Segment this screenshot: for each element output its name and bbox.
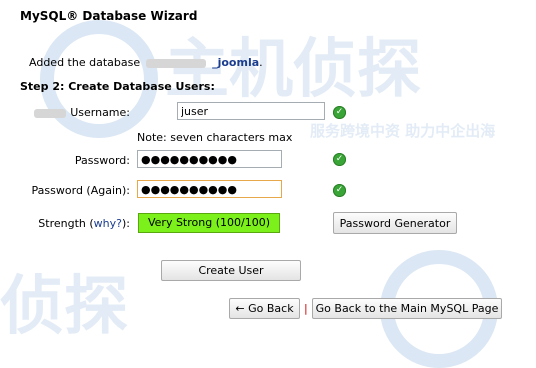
nav-separator: |: [304, 302, 308, 315]
strength-why-link[interactable]: why?: [94, 217, 122, 230]
status-added-prefix: Added the database: [29, 56, 141, 69]
status-added-end: .: [259, 56, 263, 69]
step-title: Step 2: Create Database Users:: [20, 80, 215, 93]
strength-label-text: Strength (: [38, 217, 94, 230]
check-icon: ✓: [333, 153, 346, 166]
main-mysql-page-button[interactable]: Go Back to the Main MySQL Page: [312, 298, 502, 319]
strength-meter: Very Strong (100/100): [138, 213, 280, 233]
check-icon: ✓: [333, 184, 346, 197]
go-back-button[interactable]: ← Go Back: [229, 298, 300, 319]
strength-label-end: ):: [122, 217, 130, 230]
watermark-text-sub: 服务跨境中资 助力中企出海: [310, 122, 496, 140]
password-label: Password:: [74, 154, 130, 167]
password-input[interactable]: [137, 150, 282, 168]
redacted-username-prefix: [34, 108, 67, 118]
password-again-label: Password (Again):: [31, 184, 130, 197]
username-input[interactable]: [177, 102, 325, 120]
password-again-input[interactable]: [137, 180, 282, 198]
check-icon: ✓: [333, 106, 346, 119]
status-message: Added the database _joomla.: [29, 56, 263, 69]
create-user-button[interactable]: Create User: [161, 260, 301, 281]
username-note: Note: seven characters max: [137, 131, 293, 144]
redacted-prefix: [146, 58, 207, 68]
watermark-logo-circle: [40, 20, 158, 138]
database-name: _joomla: [212, 56, 260, 69]
username-label-text: Username:: [70, 106, 130, 119]
strength-label: Strength (why?):: [4, 217, 130, 230]
page-title: MySQL® Database Wizard: [20, 9, 198, 23]
watermark-text-bottom: 侦探: [0, 270, 128, 344]
username-label: Username:: [4, 106, 130, 119]
password-generator-button[interactable]: Password Generator: [333, 212, 457, 234]
